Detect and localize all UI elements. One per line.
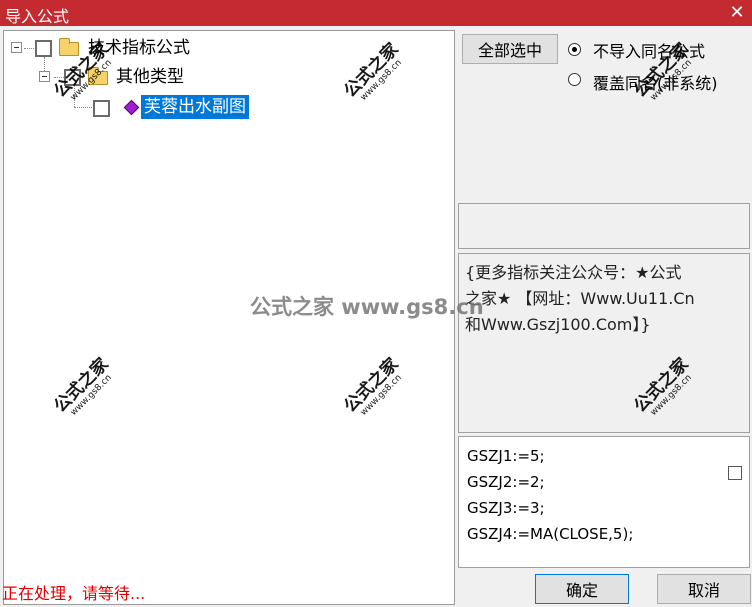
title-bar: 导入公式 ✕	[0, 0, 752, 26]
status-text: 正在处理，请等待...	[2, 584, 146, 603]
radio-label[interactable]: 覆盖同名(非系统)	[593, 70, 718, 94]
formula-description: {更多指标关注公众号：★公式 之家★ 【网址：Www.Uu11.Cn 和Www.…	[458, 253, 750, 433]
formula-code[interactable]: GSZJ1:=5; GSZJ2:=2; GSZJ3:=3; GSZJ4:=MA(…	[458, 436, 750, 568]
folder-icon	[88, 67, 108, 85]
window-title: 导入公式	[5, 7, 70, 26]
tree-item-label[interactable]: 技术指标公式	[88, 36, 190, 60]
radio-overwrite-duplicates[interactable]	[568, 73, 581, 86]
gem-icon	[123, 99, 140, 116]
code-line: GSZJ3:=3;	[467, 499, 545, 517]
collapse-icon[interactable]	[11, 42, 22, 53]
tree-item-checkbox[interactable]	[64, 69, 81, 86]
folder-icon	[59, 38, 79, 56]
collapse-icon[interactable]	[39, 71, 50, 82]
code-checkbox[interactable]	[728, 466, 742, 480]
description-line: 和Www.Gszj100.Com】}	[465, 315, 651, 334]
close-icon[interactable]: ✕	[722, 0, 752, 26]
cancel-button[interactable]: 取消	[657, 574, 751, 604]
select-all-button[interactable]: 全部选中	[462, 34, 558, 64]
tree-item-label[interactable]: 其他类型	[116, 65, 184, 89]
code-line: GSZJ1:=5;	[467, 447, 545, 465]
formula-tree[interactable]: 技术指标公式 其他类型 芙蓉出水副图	[3, 30, 455, 605]
tree-item-other-types[interactable]: 其他类型	[4, 65, 304, 89]
ok-button[interactable]: 确定	[535, 574, 629, 604]
description-line: {更多指标关注公众号：★公式	[465, 263, 682, 282]
tree-item-label[interactable]: 芙蓉出水副图	[141, 95, 249, 119]
tree-item-checkbox[interactable]	[35, 40, 52, 57]
description-line: 之家★ 【网址：Www.Uu11.Cn	[465, 289, 695, 308]
radio-label[interactable]: 不导入同名公式	[593, 38, 705, 62]
tree-item-checkbox[interactable]	[93, 100, 110, 117]
tree-item-technical-indicators[interactable]: 技术指标公式	[4, 36, 304, 60]
tree-item-formula[interactable]: 芙蓉出水副图	[4, 95, 304, 119]
import-options: 全部选中 不导入同名公式 覆盖同名(非系统)	[458, 30, 750, 200]
code-line: GSZJ2:=2;	[467, 473, 545, 491]
radio-skip-duplicates[interactable]	[568, 43, 581, 56]
code-line: GSZJ4:=MA(CLOSE,5);	[467, 525, 634, 543]
formula-name-field	[458, 203, 750, 249]
